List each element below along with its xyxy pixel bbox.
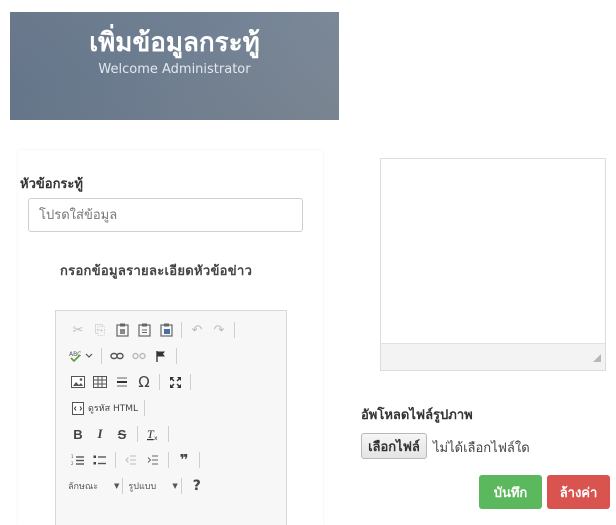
toolbar-separator [168, 452, 169, 468]
format-combo[interactable]: ลักษณะ ▼ [68, 477, 119, 495]
style-combo[interactable]: รูปแบบ ▼ [128, 477, 177, 495]
editor-toolbar-row: B I S Tx [68, 423, 174, 445]
toolbar-separator [144, 400, 146, 416]
paste-text-icon[interactable] [134, 320, 154, 340]
table-icon[interactable] [90, 372, 110, 392]
toolbar-separator [137, 426, 138, 442]
anchor-icon[interactable] [151, 346, 171, 366]
paste-word-icon[interactable] [156, 320, 176, 340]
chevron-down-icon: ▼ [114, 482, 120, 490]
outdent-icon[interactable] [121, 450, 141, 470]
special-char-icon[interactable]: Ω [134, 372, 154, 392]
format-combo-label: ลักษณะ [68, 482, 99, 492]
numbered-list-icon[interactable]: 12 [68, 450, 88, 470]
resize-handle-icon[interactable] [593, 347, 601, 366]
blockquote-icon[interactable]: ❞ [174, 450, 194, 470]
redo-icon[interactable]: ↷ [209, 320, 229, 340]
strike-icon[interactable]: S [112, 424, 132, 444]
toolbar-separator [101, 348, 102, 364]
toolbar-separator [181, 322, 182, 338]
editor-toolbar-row: Ω [68, 371, 196, 393]
remove-format-icon[interactable]: Tx [143, 424, 163, 444]
copy-icon[interactable]: ⎘ [90, 320, 110, 340]
bold-icon[interactable]: B [68, 424, 88, 444]
editor-toolbar-row: 12 ❞ [68, 449, 205, 471]
svg-text:x: x [154, 435, 158, 441]
toolbar-separator [115, 452, 116, 468]
file-status-text: ไม่ได้เลือกไฟล์ใด [433, 441, 530, 456]
indent-icon[interactable] [143, 450, 163, 470]
style-combo-label: รูปแบบ [128, 482, 157, 492]
save-button[interactable]: บันทึก [479, 475, 542, 509]
undo-icon[interactable]: ↶ [187, 320, 207, 340]
spellcheck-icon[interactable]: ABC [68, 346, 96, 366]
image-preview-box [380, 158, 606, 371]
preview-status-bar [381, 343, 605, 370]
svg-text:1: 1 [71, 454, 74, 459]
editor-toolbar-row: ลักษณะ ▼ รูปแบบ ▼ ? [68, 475, 209, 497]
chevron-down-icon: ▼ [172, 482, 178, 490]
source-icon[interactable] [68, 398, 88, 418]
toolbar-separator [199, 452, 200, 468]
image-icon[interactable] [68, 372, 88, 392]
page-subtitle: Welcome Administrator [98, 62, 251, 77]
page-title: เพิ่มข้อมูลกระทู้ [89, 28, 260, 58]
toolbar-separator [234, 322, 235, 338]
link-icon[interactable] [107, 346, 127, 366]
paste-icon[interactable] [112, 320, 132, 340]
editor-toolbar-row: ดูรหัส HTML [68, 397, 150, 419]
maximize-icon[interactable] [165, 372, 185, 392]
unlink-icon[interactable] [129, 346, 149, 366]
toolbar-separator [168, 426, 169, 442]
rich-text-editor: ✂ ⎘ ↶ ↷ ABC Ω ดูรหัส HTML B I S T x 1 2 … [55, 310, 287, 525]
svg-text:2: 2 [71, 461, 74, 466]
choose-file-button[interactable]: เลือกไฟล์ [361, 433, 427, 459]
help-icon[interactable]: ? [187, 476, 207, 496]
editor-toolbar-row: ABC [68, 345, 182, 367]
subject-label: หัวข้อกระทู้ [20, 177, 83, 192]
detail-label: กรอกข้อมูลรายละเอียดหัวข้อข่าว [60, 264, 253, 279]
toolbar-separator [176, 348, 177, 364]
toolbar-separator [122, 478, 124, 494]
toolbar-separator [190, 374, 191, 390]
bulleted-list-icon[interactable] [90, 450, 110, 470]
italic-icon[interactable]: I [90, 424, 110, 444]
toolbar-separator [180, 478, 182, 494]
toolbar-separator [159, 374, 160, 390]
cut-icon[interactable]: ✂ [68, 320, 88, 340]
header-banner: เพิ่มข้อมูลกระทู้ Welcome Administrator [10, 12, 339, 120]
source-button-label[interactable]: ดูรหัส HTML [88, 401, 138, 415]
upload-label: อัพโหลดไฟล์รูปภาพ [361, 408, 473, 423]
reset-button[interactable]: ล้างค่า [547, 475, 610, 509]
subject-input[interactable] [28, 198, 303, 232]
horizontal-rule-icon[interactable] [112, 372, 132, 392]
editor-toolbar-row: ✂ ⎘ ↶ ↷ [68, 319, 240, 341]
